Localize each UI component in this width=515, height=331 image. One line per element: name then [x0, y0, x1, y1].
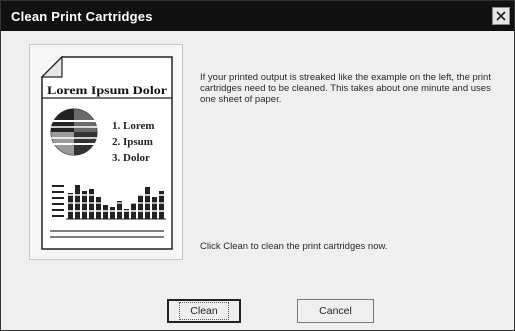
clean-button[interactable]: Clean [167, 299, 241, 323]
clean-instruction: Click Clean to clean the print cartridge… [200, 241, 388, 252]
dialog-title: Clean Print Cartridges [11, 8, 153, 24]
streak-explanation: If your printed output is streaked like … [200, 72, 491, 105]
sample-heading: Lorem Ipsum Dolor [47, 83, 168, 97]
sample-list-item-2: 2. Ipsum [112, 136, 153, 148]
streaked-print-example: Lorem Ipsum Dolor 1. Lorem 2. Ipsum 3. D… [29, 44, 183, 260]
close-button[interactable] [492, 7, 510, 25]
clean-button-label: Clean [179, 302, 229, 320]
cancel-button-label: Cancel [319, 305, 352, 317]
dialog-window: Clean Print Cartridges Lorem Ipsum Dolor [0, 0, 515, 331]
cancel-button[interactable]: Cancel [297, 299, 374, 323]
sample-list-item-1: 1. Lorem [112, 120, 155, 132]
close-icon [496, 11, 506, 21]
sample-list-item-3: 3. Dolor [112, 152, 150, 164]
title-bar[interactable]: Clean Print Cartridges [1, 1, 514, 31]
